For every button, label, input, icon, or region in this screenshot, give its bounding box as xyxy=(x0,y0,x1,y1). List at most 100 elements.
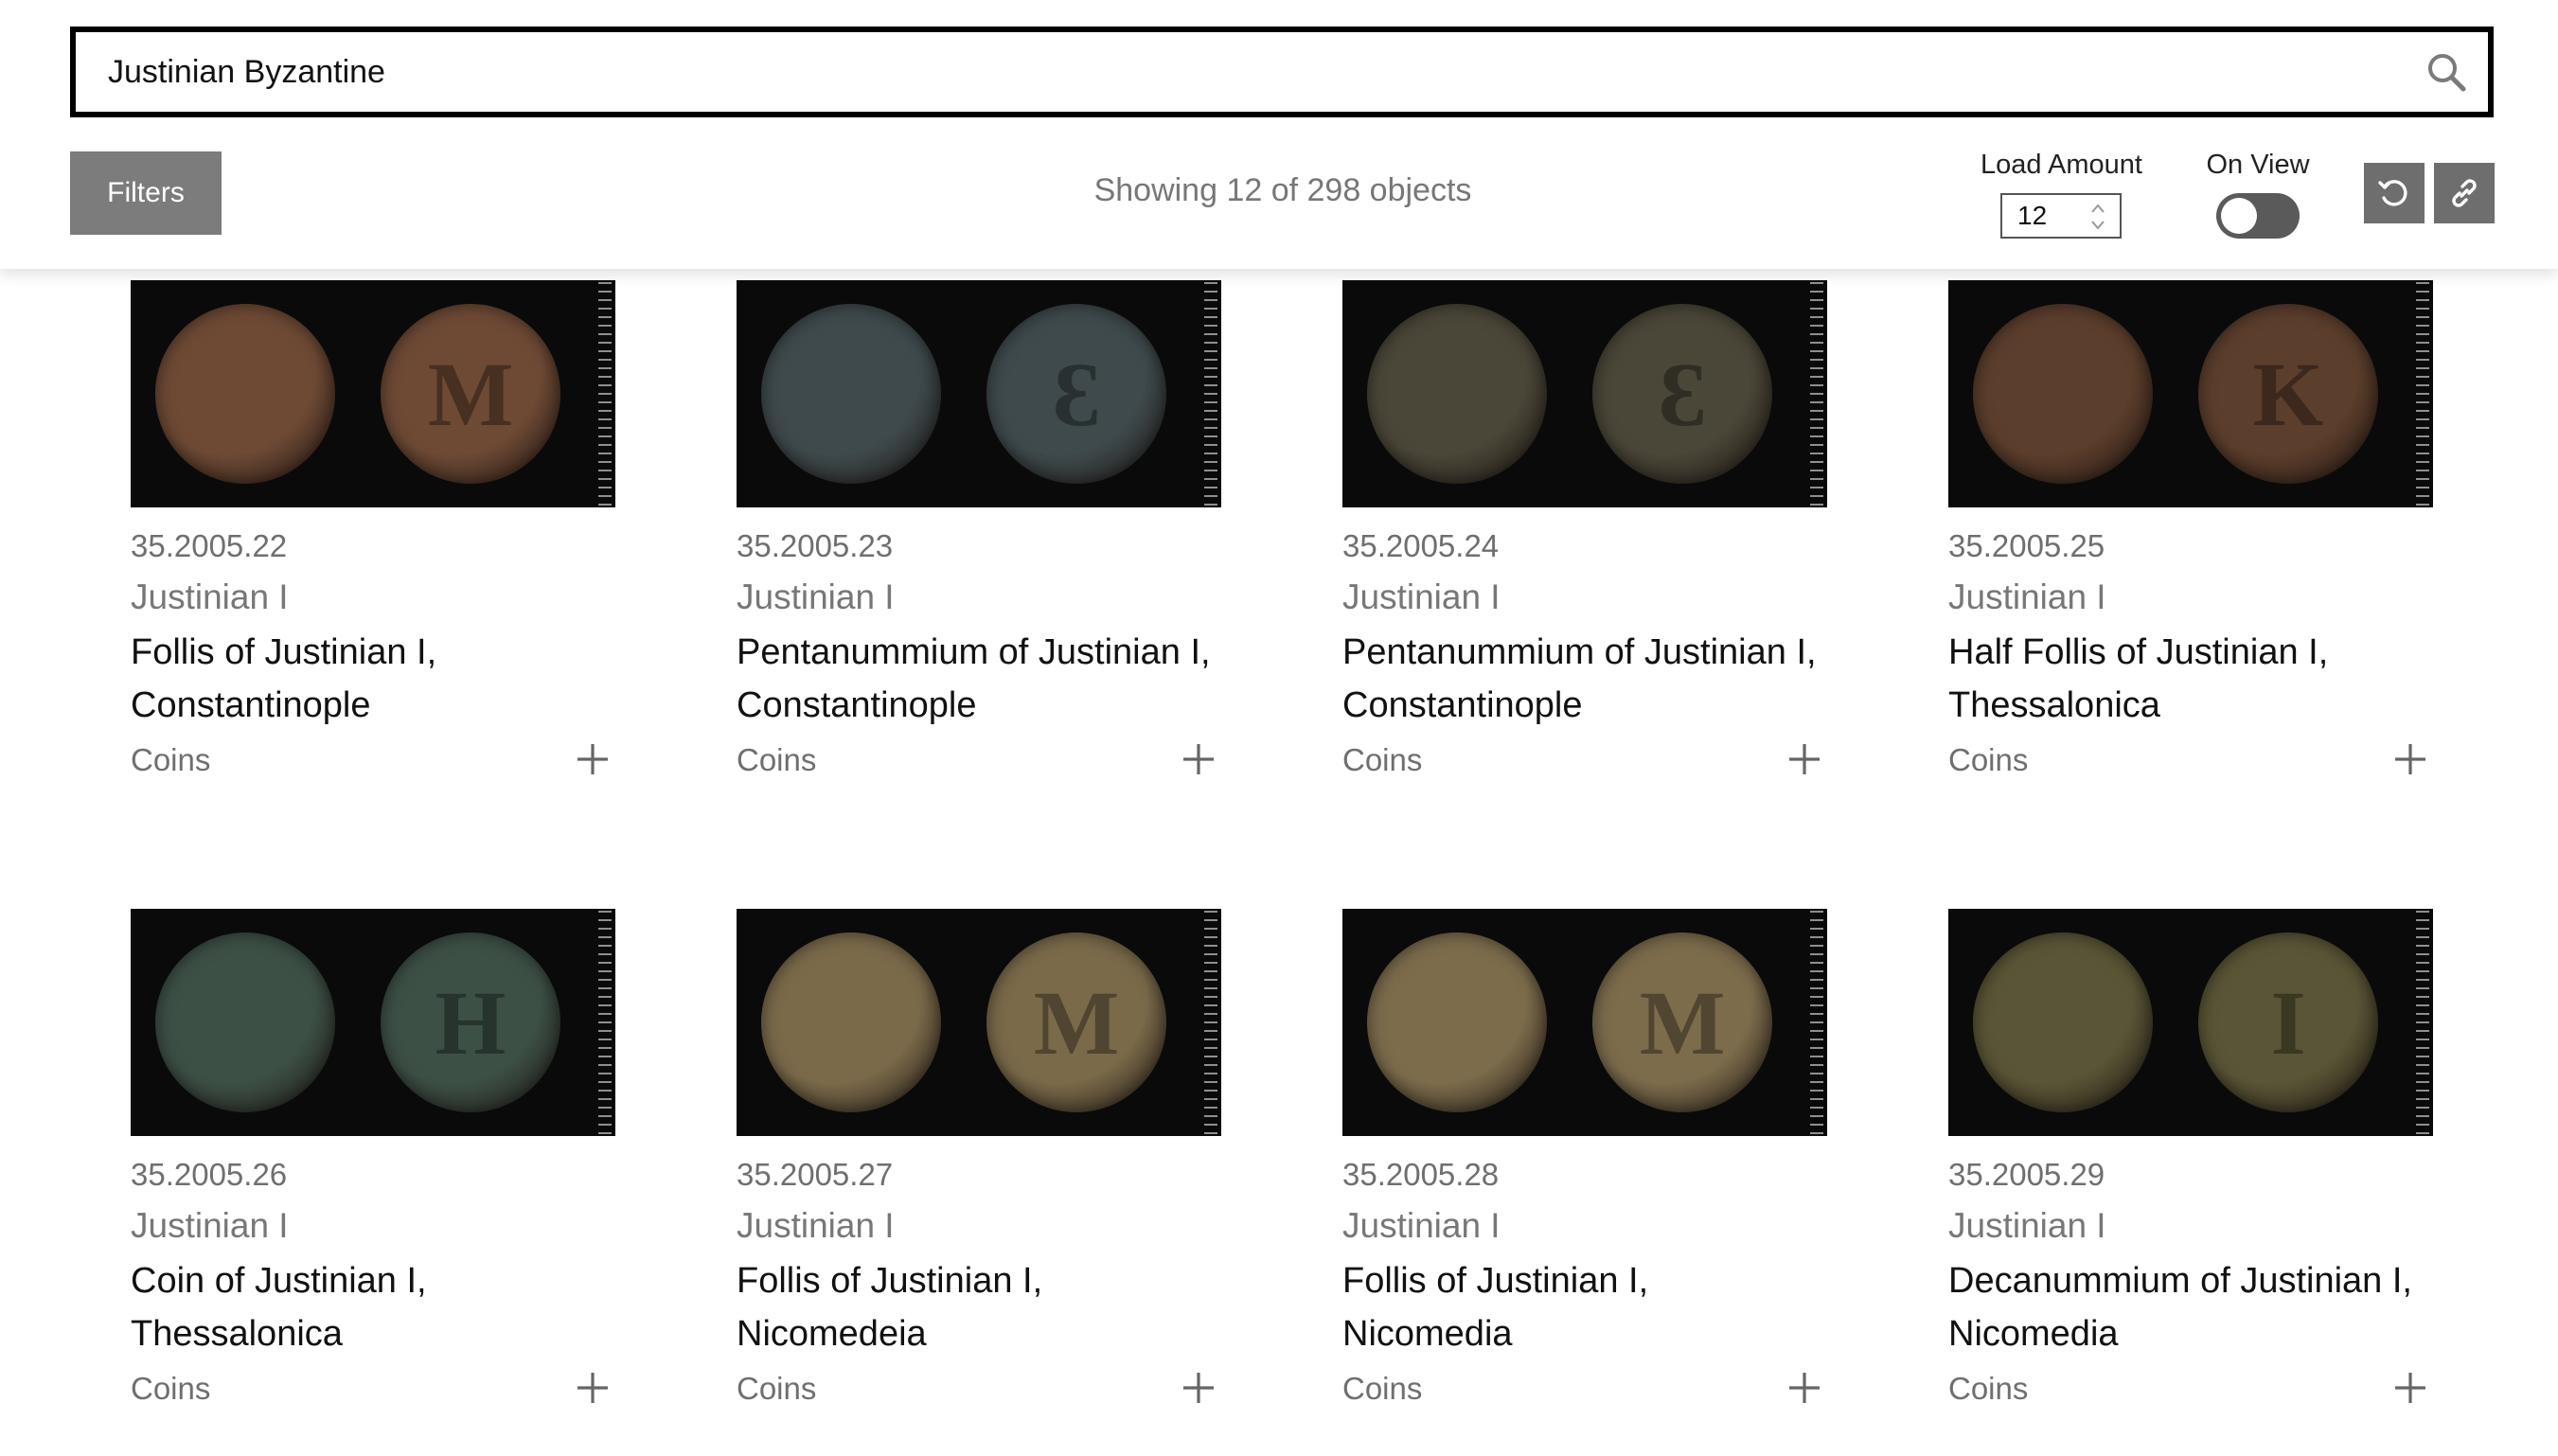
object-title[interactable]: Pentanummium of Justinian I, Constantino… xyxy=(1342,626,1827,732)
filters-button[interactable]: Filters xyxy=(70,151,222,235)
coin-obverse xyxy=(761,304,941,484)
classification: Coins xyxy=(737,742,817,777)
object-thumbnail[interactable]: M xyxy=(737,909,1221,1136)
search-header: Filters Showing 12 of 298 objects Load A… xyxy=(0,0,2558,269)
search-icon[interactable] xyxy=(2425,51,2467,93)
classification: Coins xyxy=(131,742,211,777)
coin-reverse: M xyxy=(381,304,560,484)
on-view-toggle[interactable] xyxy=(2216,193,2300,239)
scale-ruler xyxy=(598,911,612,1134)
results-count: Showing 12 of 298 objects xyxy=(1093,172,1472,208)
scale-ruler xyxy=(2416,911,2429,1134)
object-thumbnail[interactable]: K xyxy=(1948,280,2433,507)
artist-name: Justinian I xyxy=(131,577,289,616)
object-card[interactable]: Ɛ 35.2005.23 Justinian I Pentanummium of Ju… xyxy=(737,280,1221,791)
plus-icon[interactable] xyxy=(2393,1371,2427,1405)
plus-icon[interactable] xyxy=(1181,1371,1216,1405)
toggle-knob xyxy=(2221,198,2257,234)
artist-name: Justinian I xyxy=(1948,577,2106,616)
coin-mark xyxy=(155,304,335,484)
object-card[interactable]: H 35.2005.26 Justinian I Coin of Justinian … xyxy=(131,909,615,1420)
coin-mark: Ɛ xyxy=(1052,343,1101,445)
object-card[interactable]: M 35.2005.22 Justinian I Follis of Justinia… xyxy=(131,280,615,791)
coin-obverse xyxy=(1973,932,2153,1112)
coin-mark: K xyxy=(2252,343,2324,445)
load-amount-stepper[interactable]: 12 xyxy=(2000,193,2122,239)
object-card[interactable]: M 35.2005.27 Justinian I Follis of Justinia… xyxy=(737,909,1221,1420)
object-card[interactable]: I 35.2005.29 Justinian I Decanummium of Jus… xyxy=(1948,909,2433,1420)
accession-number: 35.2005.28 xyxy=(1342,1157,1500,1192)
accession-number: 35.2005.25 xyxy=(1948,528,2105,563)
coin-mark xyxy=(155,932,335,1112)
object-thumbnail[interactable]: I xyxy=(1948,909,2433,1136)
scale-ruler xyxy=(598,282,612,506)
object-title[interactable]: Decanummium of Justinian I, Nicomedia xyxy=(1948,1254,2433,1360)
reset-button[interactable] xyxy=(2364,163,2425,223)
coin-reverse: M xyxy=(1592,932,1772,1112)
object-title[interactable]: Follis of Justinian I, Nicomedeia xyxy=(737,1254,1221,1360)
scale-ruler xyxy=(1810,911,1823,1134)
coin-obverse xyxy=(761,932,941,1112)
accession-number: 35.2005.23 xyxy=(737,528,894,563)
coin-obverse xyxy=(1973,304,2153,484)
artist-name: Justinian I xyxy=(737,1206,895,1245)
object-title[interactable]: Pentanummium of Justinian I, Constantino… xyxy=(737,626,1221,732)
coin-mark: M xyxy=(427,343,514,445)
object-title[interactable]: Coin of Justinian I, Thessalonica xyxy=(131,1254,615,1360)
plus-icon[interactable] xyxy=(2393,742,2427,776)
object-card[interactable]: M 35.2005.28 Justinian I Follis of Justinia… xyxy=(1342,909,1827,1420)
search-input[interactable] xyxy=(108,32,2399,112)
artist-name: Justinian I xyxy=(1342,577,1501,616)
object-title[interactable]: Follis of Justinian I, Constantinople xyxy=(131,626,615,732)
object-thumbnail[interactable]: M xyxy=(131,280,615,507)
scale-ruler xyxy=(2416,282,2429,506)
plus-icon[interactable] xyxy=(576,1371,610,1405)
coin-reverse: M xyxy=(986,932,1166,1112)
reset-icon xyxy=(2378,180,2407,206)
load-amount-value: 12 xyxy=(2017,201,2048,230)
accession-number: 35.2005.29 xyxy=(1948,1157,2105,1192)
plus-icon[interactable] xyxy=(1787,742,1821,776)
share-link-button[interactable] xyxy=(2434,163,2495,223)
accession-number: 35.2005.26 xyxy=(131,1157,288,1192)
scale-ruler xyxy=(1204,911,1217,1134)
search-box[interactable] xyxy=(70,27,2494,117)
artist-name: Justinian I xyxy=(1948,1206,2106,1245)
classification: Coins xyxy=(131,1371,211,1406)
coin-reverse: K xyxy=(2198,304,2378,484)
coin-mark xyxy=(1367,932,1547,1112)
stepper-arrows-icon[interactable] xyxy=(2089,201,2106,233)
coin-mark xyxy=(1367,304,1547,484)
scale-ruler xyxy=(1204,282,1217,506)
coin-mark: H xyxy=(435,971,506,1074)
object-thumbnail[interactable]: H xyxy=(131,909,615,1136)
object-card[interactable]: K 35.2005.25 Justinian I Half Follis of Jus… xyxy=(1948,280,2433,791)
artist-name: Justinian I xyxy=(737,577,895,616)
classification: Coins xyxy=(1948,1371,2029,1406)
coin-obverse xyxy=(1367,304,1547,484)
on-view-label: On View xyxy=(2206,150,2310,180)
object-thumbnail[interactable]: M xyxy=(1342,909,1827,1136)
plus-icon[interactable] xyxy=(576,742,610,776)
plus-icon[interactable] xyxy=(1787,1371,1821,1405)
classification: Coins xyxy=(1948,742,2029,777)
coin-mark xyxy=(761,304,941,484)
artist-name: Justinian I xyxy=(1342,1206,1501,1245)
accession-number: 35.2005.27 xyxy=(737,1157,894,1192)
plus-icon[interactable] xyxy=(1181,742,1216,776)
object-thumbnail[interactable]: Ɛ xyxy=(1342,280,1827,507)
coin-reverse: H xyxy=(381,932,560,1112)
artist-name: Justinian I xyxy=(131,1206,289,1245)
coin-obverse xyxy=(155,932,335,1112)
object-title[interactable]: Half Follis of Justinian I, Thessalonica xyxy=(1948,626,2433,732)
coin-reverse: I xyxy=(2198,932,2378,1112)
coin-mark xyxy=(1973,304,2153,484)
object-thumbnail[interactable]: Ɛ xyxy=(737,280,1221,507)
classification: Coins xyxy=(737,1371,817,1406)
coin-mark: Ɛ xyxy=(1658,343,1707,445)
coin-reverse: Ɛ xyxy=(1592,304,1772,484)
object-card[interactable]: Ɛ 35.2005.24 Justinian I Pentanummium of Ju… xyxy=(1342,280,1827,791)
accession-number: 35.2005.22 xyxy=(131,528,288,563)
coin-mark: I xyxy=(2270,971,2306,1074)
object-title[interactable]: Follis of Justinian I, Nicomedia xyxy=(1342,1254,1827,1360)
